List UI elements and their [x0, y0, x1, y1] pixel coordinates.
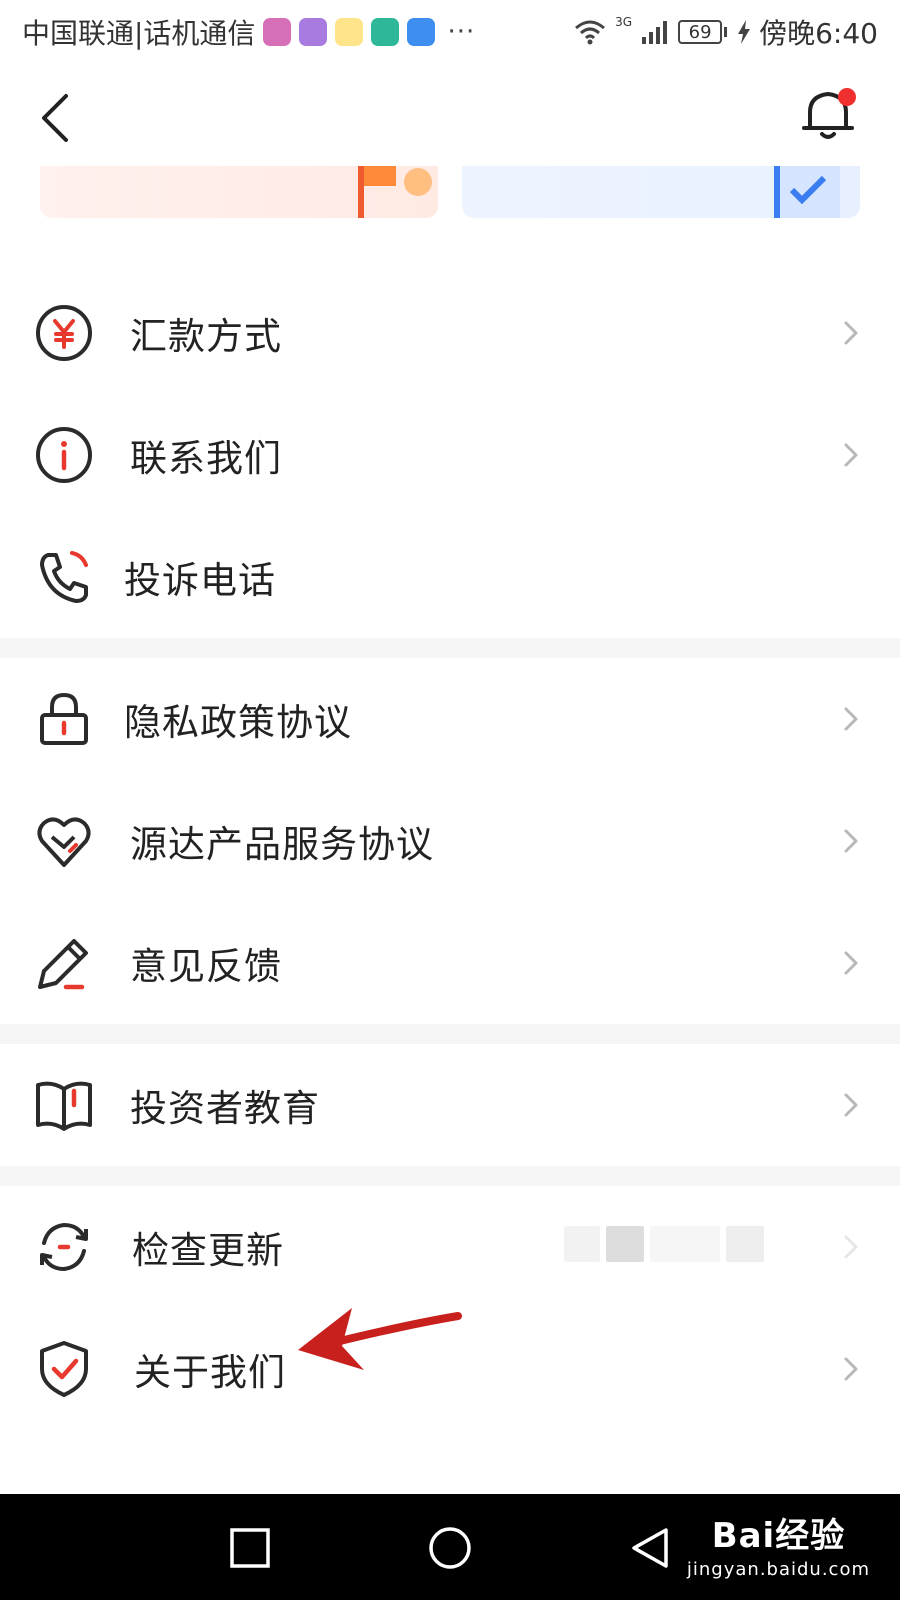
book-icon	[36, 1081, 92, 1131]
menu-label: 投资者教育	[130, 1087, 320, 1130]
app-notification-icon	[407, 18, 436, 46]
menu-item-check-update[interactable]: 检查更新	[0, 1186, 900, 1308]
menu-label: 源达产品服务协议	[130, 823, 434, 866]
promo-banner-right[interactable]	[462, 166, 860, 218]
menu-label: 意见反馈	[130, 945, 282, 988]
chevron-left-icon	[42, 94, 68, 142]
watermark-main: Bai经验	[711, 1516, 846, 1556]
system-nav-bar: Bai经验 jingyan.baidu.com	[0, 1494, 900, 1600]
chevron-right-icon	[844, 1093, 858, 1117]
chevron-right-icon	[844, 1235, 858, 1259]
section-divider	[0, 1024, 900, 1044]
recent-apps-square-icon[interactable]	[226, 1524, 274, 1572]
page: 中国联通|话机通信 ··· 3G 69 傍晚6:40 汇款方式 联系我们 投诉电…	[0, 0, 900, 1600]
menu-label: 联系我们	[130, 437, 282, 480]
annotation-arrow-icon	[298, 1308, 462, 1370]
phone-icon	[40, 551, 88, 603]
status-bar: 中国联通|话机通信 ··· 3G 69 傍晚6:40	[0, 0, 900, 64]
status-right: 3G 69 傍晚6:40	[573, 12, 878, 52]
flag-coin-icon	[358, 166, 432, 218]
chevron-right-icon	[844, 951, 858, 975]
section-divider	[0, 1166, 900, 1186]
menu-item-feedback[interactable]: 意见反馈	[0, 902, 900, 1024]
lock-icon	[40, 692, 88, 745]
app-notification-icon	[335, 18, 364, 46]
battery-level: 69	[688, 21, 712, 43]
chevron-right-icon	[844, 707, 858, 731]
info-circle-icon	[36, 427, 92, 483]
blurred-text	[564, 1226, 600, 1262]
refresh-icon	[40, 1222, 88, 1272]
clock: 傍晚6:40	[759, 17, 878, 50]
chevron-right-icon	[844, 1357, 858, 1381]
watermark-sub: jingyan.baidu.com	[686, 1559, 870, 1580]
menu-label: 检查更新	[132, 1229, 284, 1272]
menu-label: 投诉电话	[124, 559, 276, 602]
section-divider	[0, 638, 900, 658]
menu-item-privacy-policy[interactable]: 隐私政策协议	[0, 658, 900, 780]
menu-label: 关于我们	[134, 1351, 286, 1394]
menu-label: 隐私政策协议	[124, 701, 352, 744]
home-circle-icon[interactable]	[426, 1524, 474, 1572]
network-type: 3G	[615, 15, 633, 29]
shield-check-icon	[40, 1341, 88, 1397]
charging-icon	[738, 20, 751, 44]
app-notification-icon	[299, 18, 328, 46]
menu-item-contact-us[interactable]: 联系我们	[0, 394, 900, 516]
pencil-icon	[38, 939, 88, 990]
blurred-text	[650, 1226, 720, 1262]
promo-banner-left[interactable]	[40, 166, 438, 218]
menu-item-service-agreement[interactable]: 源达产品服务协议	[0, 780, 900, 902]
blurred-text	[606, 1226, 644, 1262]
notification-button[interactable]	[796, 82, 860, 146]
back-button[interactable]	[28, 88, 88, 148]
wifi-icon	[575, 20, 606, 45]
chevron-right-icon	[844, 321, 858, 345]
checklist-icon	[774, 166, 840, 218]
chevron-right-icon	[844, 443, 858, 467]
chevron-right-icon	[844, 829, 858, 853]
signal-icon	[642, 21, 668, 44]
promo-banners	[0, 166, 900, 224]
app-notification-icon	[371, 18, 400, 46]
notification-badge	[838, 88, 856, 106]
battery-tip	[724, 27, 728, 37]
version-info-blurred	[564, 1224, 824, 1264]
back-triangle-icon[interactable]	[626, 1524, 674, 1572]
status-left: 中国联通|话机通信 ···	[22, 12, 475, 52]
menu-label: 汇款方式	[130, 315, 282, 358]
settings-menu-list: 汇款方式 联系我们 投诉电话 隐私政策协议 源达产品服务协议 意见反馈 投资者教…	[0, 272, 900, 1430]
handshake-heart-icon	[37, 817, 91, 867]
battery-icon: 69	[678, 20, 723, 44]
yuan-circle-icon	[36, 305, 92, 361]
blurred-text	[726, 1226, 764, 1262]
more-notifications-icon: ···	[447, 17, 476, 47]
baidu-jingyan-watermark: Bai经验 jingyan.baidu.com	[687, 1508, 870, 1580]
menu-item-investor-education[interactable]: 投资者教育	[0, 1044, 900, 1166]
app-notification-icon	[263, 18, 292, 46]
menu-item-complaint-phone[interactable]: 投诉电话	[0, 516, 900, 638]
menu-item-remittance[interactable]: 汇款方式	[0, 272, 900, 394]
carrier-text: 中国联通|话机通信	[22, 17, 256, 50]
top-nav-header	[0, 70, 900, 166]
